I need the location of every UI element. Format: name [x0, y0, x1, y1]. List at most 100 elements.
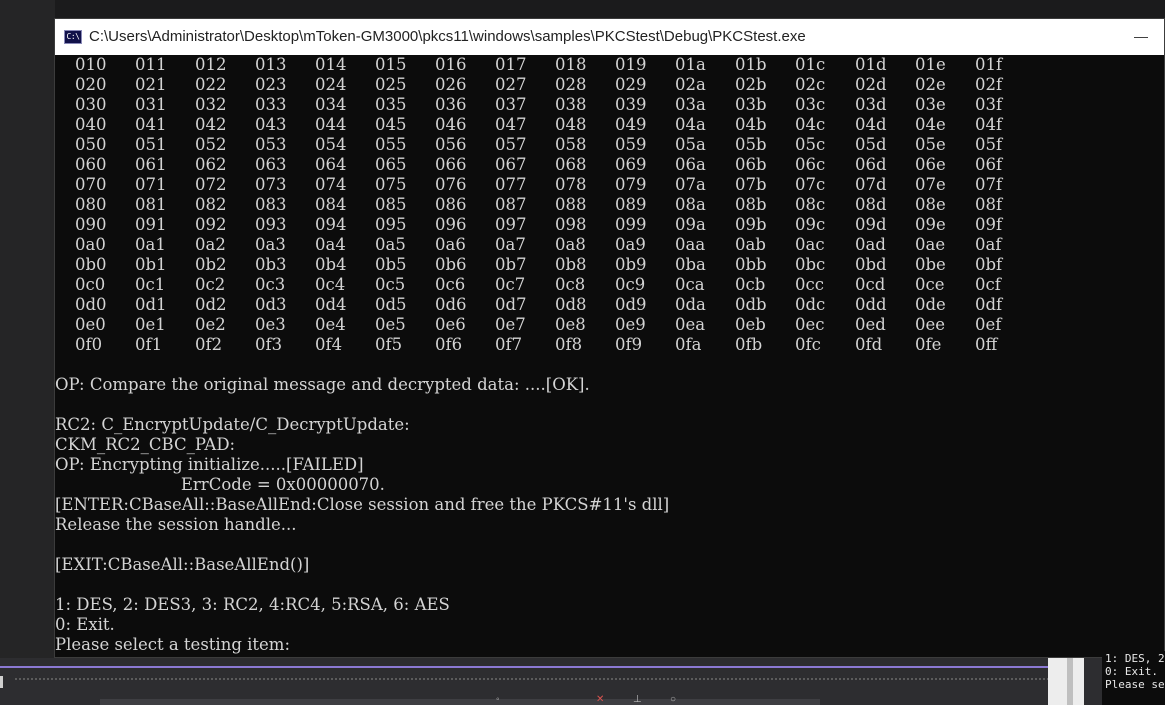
hex-cell: 099 — [615, 215, 647, 234]
minimize-button[interactable]: — — [1118, 19, 1164, 55]
hex-cell: 05c — [795, 135, 826, 154]
hex-cell: 0a6 — [435, 235, 466, 254]
hex-cell: 058 — [555, 135, 587, 154]
console-output[interactable]: 010 011 012 013 014 015 016 017 018 019 01a 01b 01c 0… — [55, 55, 1164, 657]
hex-cell: 088 — [555, 195, 587, 214]
hex-cell: 09b — [735, 215, 767, 234]
hex-cell: 0a0 — [75, 235, 106, 254]
hex-cell: 0b9 — [615, 255, 647, 274]
hex-row: 0f0 0f1 0f2 0f3 0f4 0f5 0f6 0f7 0f8 0f9 0fa 0fb 0fc 0… — [55, 335, 1164, 355]
hex-cell: 0e1 — [135, 315, 166, 334]
hex-cell: 0b8 — [555, 255, 587, 274]
hex-cell: 0b0 — [75, 255, 107, 274]
hex-cell: 096 — [435, 215, 467, 234]
hex-cell: 0bc — [795, 255, 826, 274]
hex-cell: 0e0 — [75, 315, 106, 334]
mini-console-line: Please select — [1105, 678, 1165, 691]
hex-cell: 01f — [975, 55, 1003, 74]
hex-cell: 078 — [555, 175, 587, 194]
hex-cell: 0af — [975, 235, 1002, 254]
hex-cell: 0be — [915, 255, 946, 274]
hex-cell: 0e5 — [375, 315, 406, 334]
hex-cell: 074 — [315, 175, 347, 194]
scrollbar-thumb[interactable] — [1067, 658, 1073, 705]
vertical-scrollbar[interactable] — [1048, 658, 1084, 705]
hex-cell: 0dd — [855, 295, 887, 314]
hex-cell: 0ae — [915, 235, 946, 254]
console-window[interactable]: C:\ C:\Users\Administrator\Desktop\mToke… — [54, 18, 1165, 658]
hex-cell: 080 — [75, 195, 107, 214]
hex-cell: 046 — [435, 115, 467, 134]
hex-cell: 02f — [975, 75, 1003, 94]
hex-cell: 0fc — [795, 335, 821, 354]
title-bar[interactable]: C:\ C:\Users\Administrator\Desktop\mToke… — [55, 19, 1164, 55]
hex-cell: 075 — [375, 175, 407, 194]
hex-row: 0d0 0d1 0d2 0d3 0d4 0d5 0d6 0d7 0d8 0d9 0da 0db 0dc 0… — [55, 295, 1164, 315]
console-line: Please select a testing item: — [55, 635, 291, 654]
hex-cell: 085 — [375, 195, 407, 214]
hex-cell: 018 — [555, 55, 587, 74]
hex-cell: 076 — [435, 175, 467, 194]
hex-cell: 011 — [135, 55, 167, 74]
hex-cell: 06e — [915, 155, 946, 174]
hex-cell: 093 — [255, 215, 287, 234]
hex-cell: 09c — [795, 215, 826, 234]
hex-cell: 0e3 — [255, 315, 286, 334]
hex-cell: 090 — [75, 215, 107, 234]
hex-cell: 015 — [375, 55, 407, 74]
hex-cell: 04d — [855, 115, 887, 134]
hex-cell: 0aa — [675, 235, 706, 254]
hex-row: 0e0 0e1 0e2 0e3 0e4 0e5 0e6 0e7 0e8 0e9 0ea 0eb 0ec 0… — [55, 315, 1164, 335]
hex-cell: 017 — [495, 55, 527, 74]
hex-cell: 010 — [75, 55, 107, 74]
hex-cell: 01e — [915, 55, 946, 74]
console-line: 1: DES, 2: DES3, 3: RC2, 4:RC4, 5:RSA, 6… — [55, 595, 450, 614]
toolbar-close-icon[interactable]: ✕ — [596, 695, 606, 705]
hex-cell: 030 — [75, 95, 107, 114]
hex-cell: 0c9 — [615, 275, 646, 294]
hex-cell: 0d3 — [255, 295, 287, 314]
hex-cell: 0bf — [975, 255, 1003, 274]
hex-cell: 05e — [915, 135, 946, 154]
hex-cell: 0d4 — [315, 295, 347, 314]
hex-row: 020 021 022 023 024 025 026 027 028 029 02a 02b 02c 0… — [55, 75, 1164, 95]
hex-cell: 09a — [675, 215, 706, 234]
hex-cell: 0c8 — [555, 275, 586, 294]
hex-cell: 0a2 — [195, 235, 226, 254]
hex-cell: 0ca — [675, 275, 705, 294]
hex-cell: 06d — [855, 155, 887, 174]
hex-cell: 067 — [495, 155, 527, 174]
hex-cell: 0a4 — [315, 235, 346, 254]
hex-row: 090 091 092 093 094 095 096 097 098 099 09a 09b 09c 0… — [55, 215, 1164, 235]
hex-cell: 03a — [675, 95, 706, 114]
hex-cell: 057 — [495, 135, 527, 154]
hex-row: 0c0 0c1 0c2 0c3 0c4 0c5 0c6 0c7 0c8 0c9 0ca 0cb 0cc 0… — [55, 275, 1164, 295]
hex-cell: 033 — [255, 95, 287, 114]
hex-cell: 0ed — [855, 315, 886, 334]
hex-cell: 0c4 — [315, 275, 346, 294]
toolbar-icon[interactable]: ◦ — [496, 695, 506, 705]
toolbar-circle-icon[interactable]: ○ — [670, 695, 680, 705]
hex-cell: 07f — [975, 175, 1003, 194]
hex-cell: 035 — [375, 95, 407, 114]
hex-cell: 0ac — [795, 235, 825, 254]
console-line: CKM_RC2_CBC_PAD: — [55, 435, 236, 454]
hex-cell: 07b — [735, 175, 767, 194]
hex-cell: 08d — [855, 195, 887, 214]
hex-cell: 0ec — [795, 315, 825, 334]
panel-drag-grip[interactable] — [14, 677, 1048, 681]
hex-cell: 013 — [255, 55, 287, 74]
hex-cell: 02a — [675, 75, 706, 94]
hex-cell: 028 — [555, 75, 587, 94]
hex-cell: 048 — [555, 115, 587, 134]
hex-cell: 072 — [195, 175, 227, 194]
hex-cell: 027 — [495, 75, 527, 94]
hex-cell: 04b — [735, 115, 767, 134]
mini-console-preview: 1: DES, 2: DES30: Exit.Please select — [1102, 651, 1165, 705]
window-title: C:\Users\Administrator\Desktop\mToken-GM… — [89, 28, 806, 45]
toolbar-pin-icon[interactable]: ⊥ — [633, 695, 643, 705]
hex-cell: 0f6 — [435, 335, 463, 354]
hex-cell: 0e9 — [615, 315, 646, 334]
hex-cell: 026 — [435, 75, 467, 94]
hex-cell: 05f — [975, 135, 1003, 154]
